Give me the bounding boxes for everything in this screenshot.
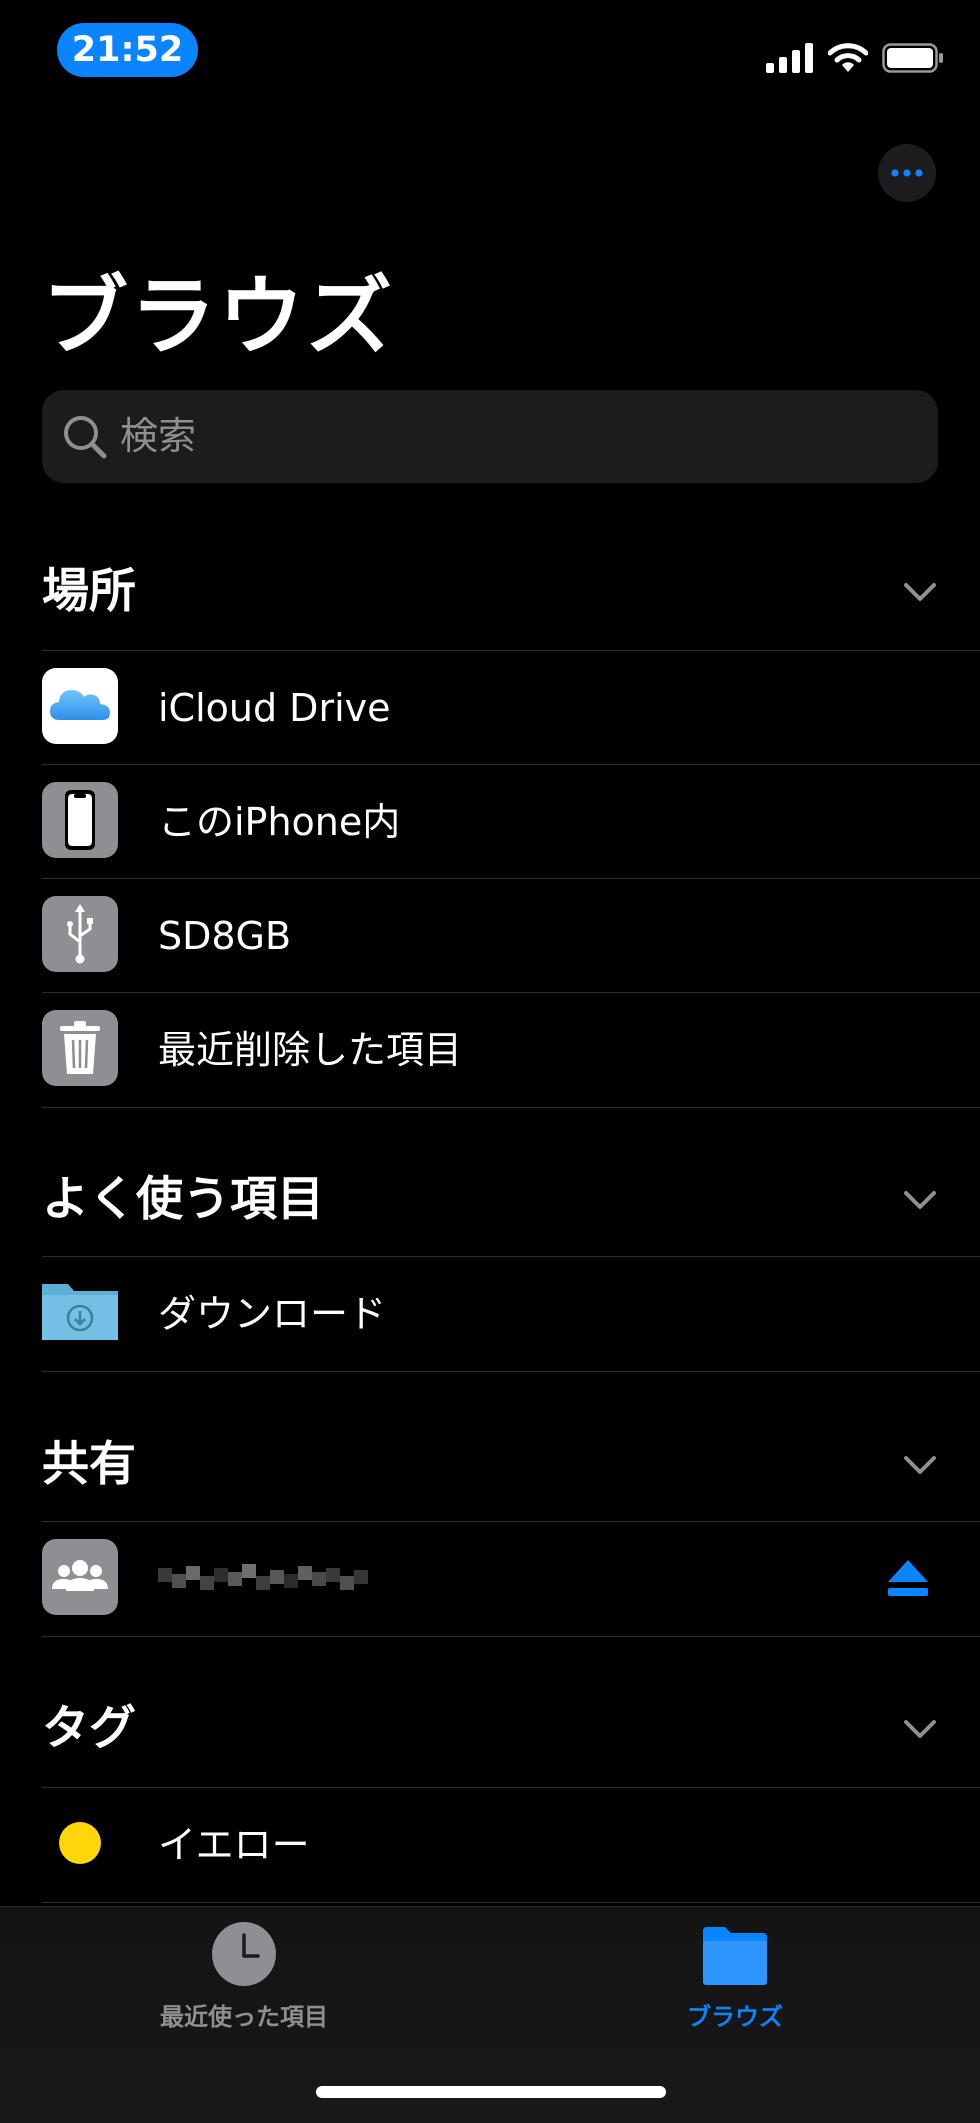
chevron-down-icon[interactable] [902, 1447, 938, 1483]
battery-icon [882, 43, 944, 77]
usb-icon [42, 896, 118, 972]
tab-recents[interactable]: 最近使った項目 [124, 1921, 364, 2032]
section-title-shared: 共有 [42, 1437, 136, 1492]
section-title-favorites: よく使う項目 [42, 1172, 324, 1227]
home-indicator[interactable] [316, 2086, 666, 2098]
search-icon [60, 412, 110, 462]
list-item-label: このiPhone内 [158, 800, 401, 844]
list-item-on-my-iphone[interactable]: このiPhone内 [42, 764, 980, 879]
list-item-label: 最近削除した項目 [158, 1028, 463, 1072]
section-title-locations: 場所 [42, 564, 136, 619]
chevron-down-icon[interactable] [902, 1182, 938, 1218]
section-header-tags[interactable]: タグ [42, 1694, 938, 1764]
trash-icon [42, 1010, 118, 1086]
chevron-down-icon[interactable] [902, 574, 938, 610]
tab-label: ブラウズ [687, 2003, 783, 2031]
list-item-shared-server[interactable] [42, 1521, 980, 1637]
list-item-recently-deleted[interactable]: 最近削除した項目 [42, 992, 980, 1108]
cellular-signal-icon [766, 43, 814, 77]
status-time[interactable]: 21:52 [57, 23, 198, 77]
more-options-button[interactable] [878, 144, 936, 202]
section-title-tags: タグ [42, 1701, 136, 1756]
list-item-label: ダウンロード [158, 1292, 387, 1336]
group-icon [42, 1539, 118, 1615]
list-item-tag-yellow[interactable]: イエロー [42, 1787, 980, 1903]
status-bar: 21:52 [0, 0, 980, 110]
tab-label: 最近使った項目 [160, 2003, 328, 2031]
tab-browse[interactable]: ブラウズ [615, 1921, 855, 2032]
download-folder-icon [42, 1274, 118, 1350]
ellipsis-icon [891, 169, 923, 177]
list-item-label: イエロー [158, 1823, 310, 1867]
icloud-icon [42, 668, 118, 744]
section-header-locations[interactable]: 場所 [42, 557, 938, 627]
chevron-down-icon[interactable] [902, 1711, 938, 1747]
section-header-shared[interactable]: 共有 [42, 1430, 938, 1500]
clock-icon [212, 1922, 276, 1986]
eject-icon[interactable] [886, 1558, 930, 1600]
iphone-icon [42, 782, 118, 858]
yellow-tag-dot-icon [42, 1805, 118, 1881]
list-item-sd8gb[interactable]: SD8GB [42, 878, 980, 993]
folder-icon [703, 1927, 767, 1985]
search-field[interactable]: 検索 [42, 390, 938, 483]
list-item-label: iCloud Drive [158, 686, 391, 730]
section-header-favorites[interactable]: よく使う項目 [42, 1165, 938, 1235]
list-item-label: SD8GB [158, 914, 292, 958]
redacted-server-name [158, 1562, 368, 1600]
search-placeholder: 検索 [120, 414, 197, 458]
status-indicators [766, 40, 944, 80]
page-title: ブラウズ [42, 267, 394, 367]
list-item-downloads[interactable]: ダウンロード [42, 1256, 980, 1372]
wifi-icon [827, 43, 869, 77]
list-item-icloud-drive[interactable]: iCloud Drive [42, 650, 980, 765]
